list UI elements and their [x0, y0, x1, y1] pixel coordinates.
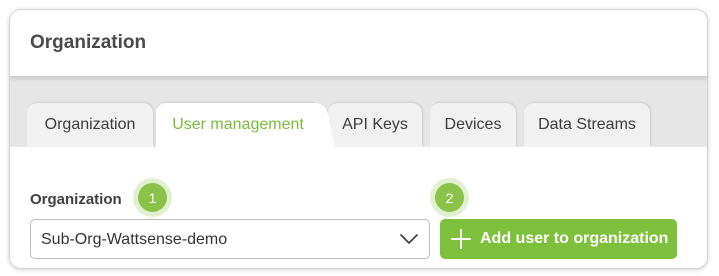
organization-field-label: Organization [30, 191, 122, 208]
step-badge-1: 1 [138, 183, 167, 212]
card-header: Organization [10, 10, 707, 77]
organization-select-value: Sub-Org-Wattsense-demo [41, 231, 228, 248]
plus-icon [451, 229, 471, 249]
organization-select[interactable]: Sub-Org-Wattsense-demo [30, 219, 430, 259]
organization-card: Organization Organization User managemen… [9, 9, 708, 269]
tab-bar: Organization User management API Keys De… [10, 77, 707, 147]
user-management-panel: Organization 1 2 Sub-Org-Wattsense-demo … [10, 147, 707, 268]
tab-devices[interactable]: Devices [430, 103, 516, 147]
add-user-button[interactable]: Add user to organization [440, 219, 677, 259]
add-user-button-label: Add user to organization [480, 230, 669, 247]
tab-data-streams[interactable]: Data Streams [524, 103, 650, 147]
chevron-down-icon [400, 234, 418, 244]
step-badge-2: 2 [435, 183, 464, 212]
tab-api-keys[interactable]: API Keys [328, 103, 422, 147]
tab-organization[interactable]: Organization [27, 103, 153, 147]
card-title: Organization [30, 32, 147, 53]
tab-user-management[interactable]: User management [156, 103, 320, 147]
